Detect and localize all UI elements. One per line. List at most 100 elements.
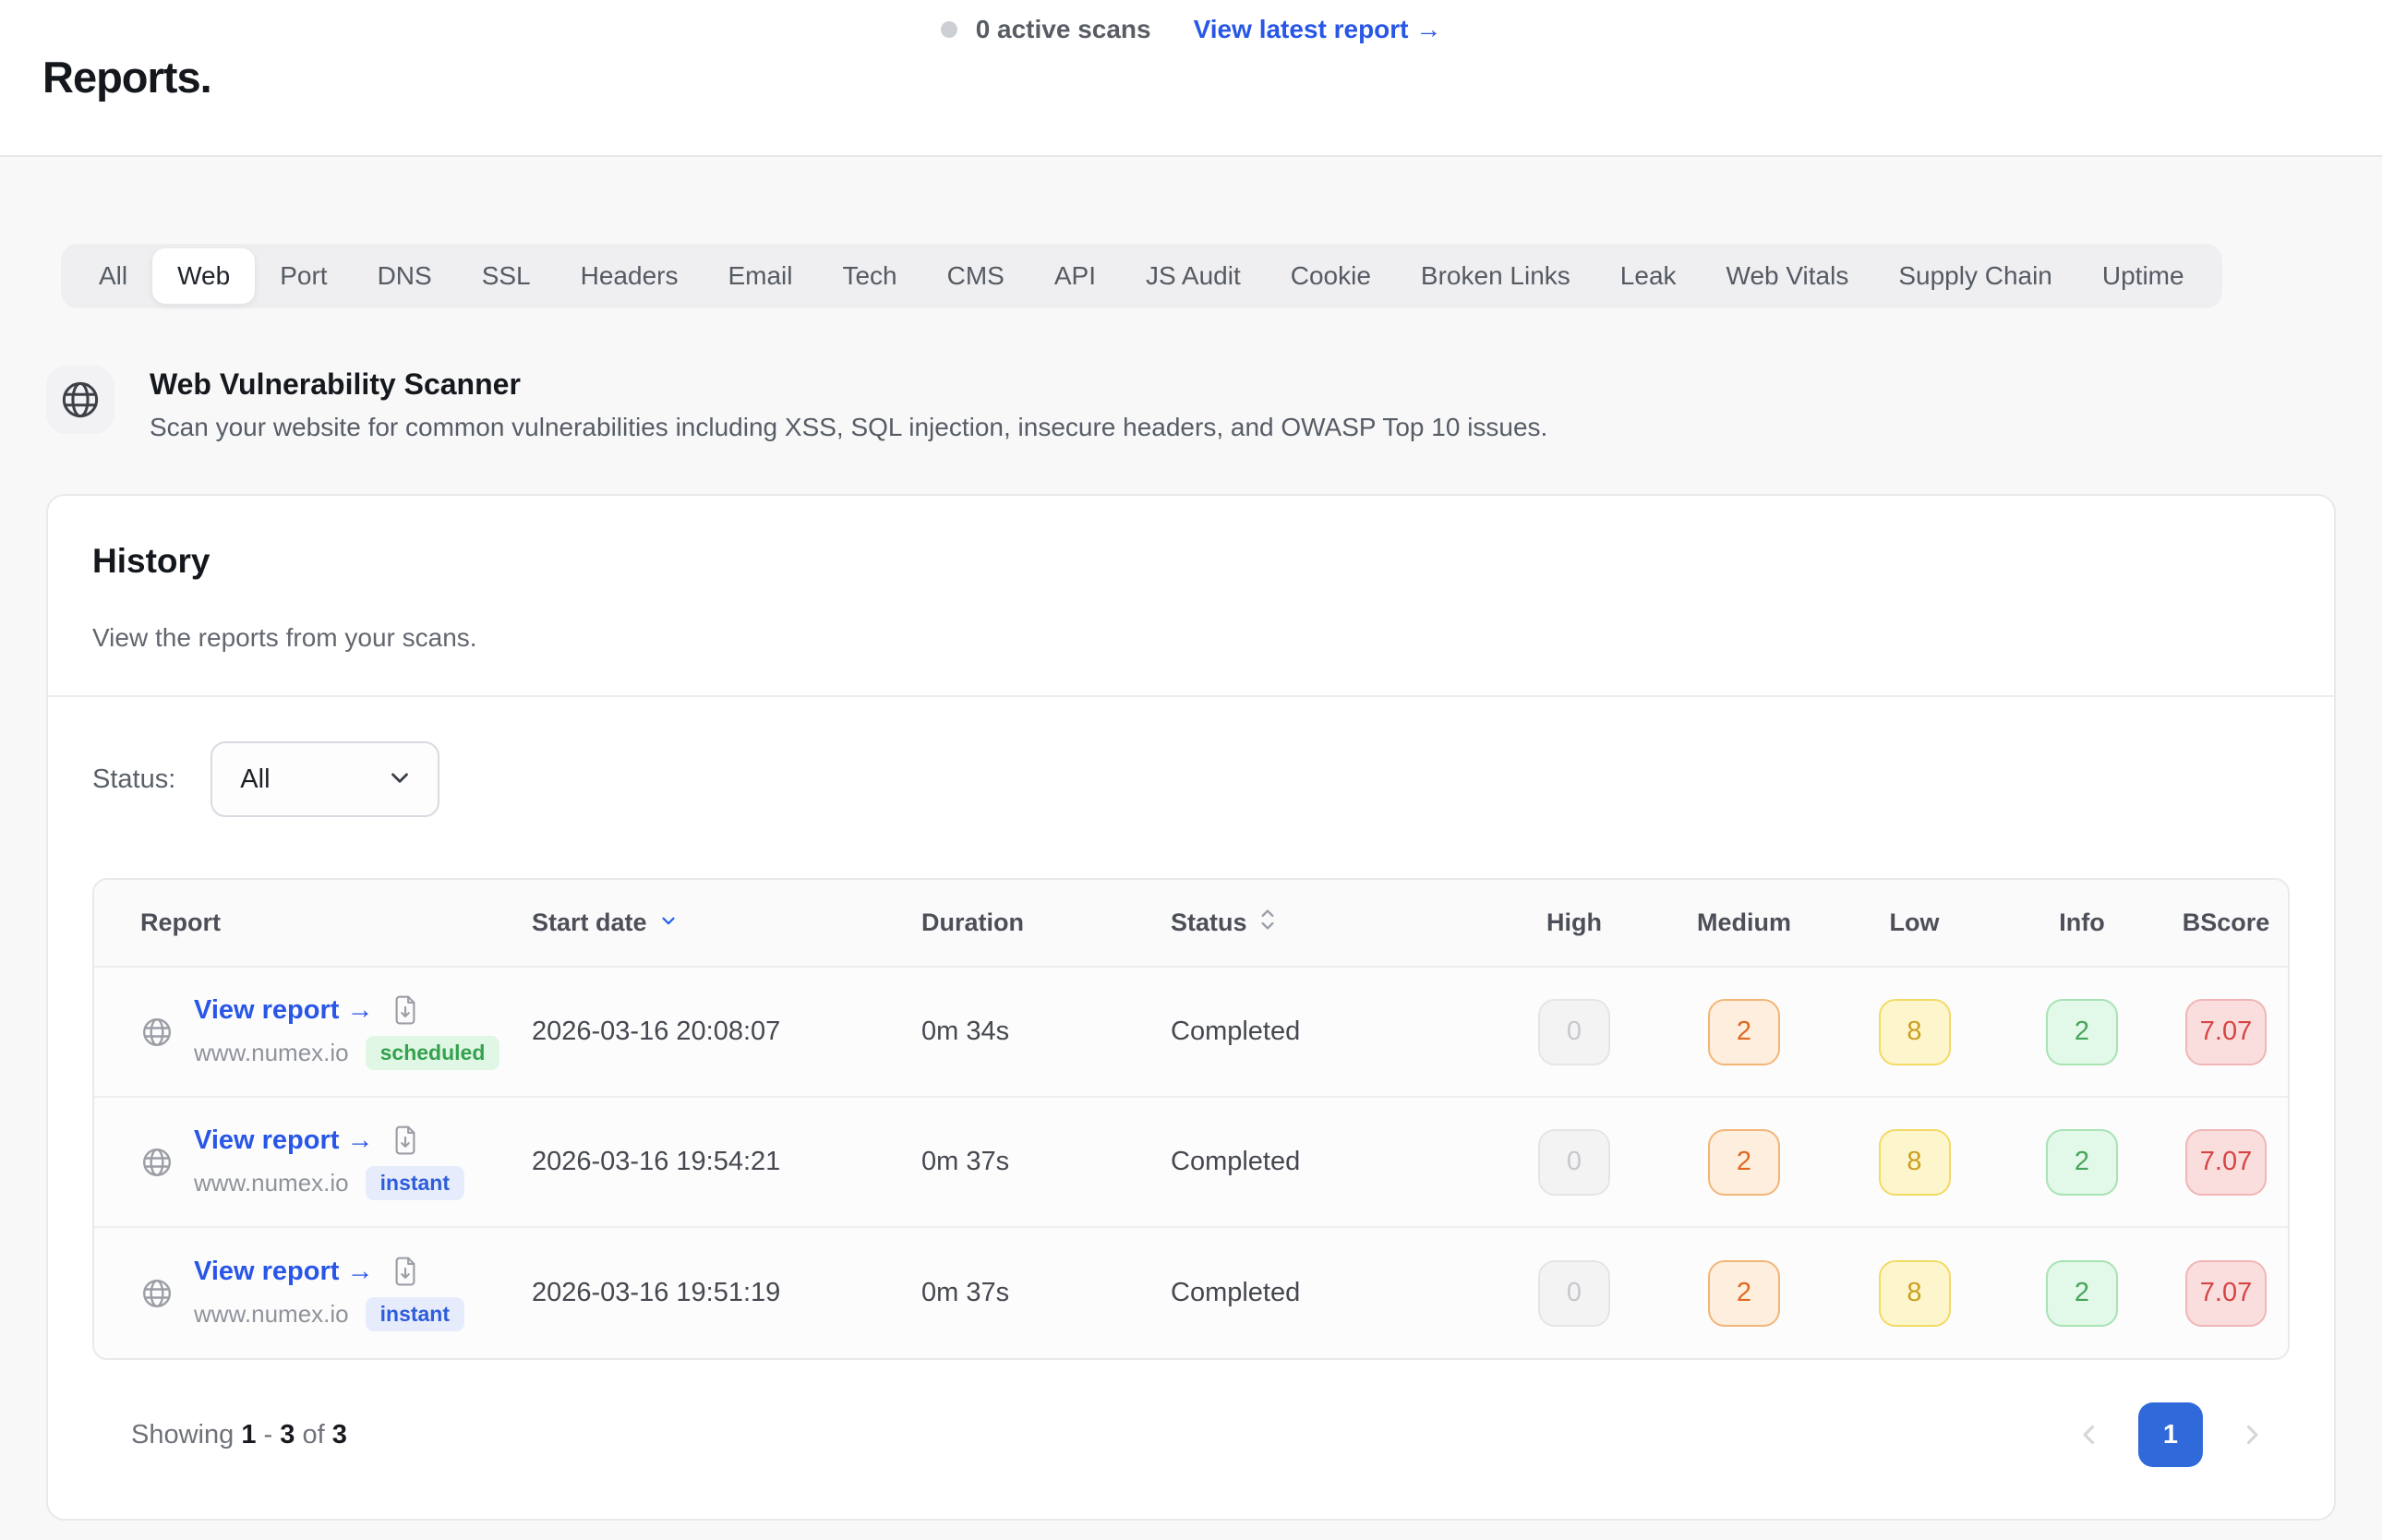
download-report-icon[interactable] — [391, 1255, 419, 1288]
view-latest-report-link[interactable]: View latest report → — [1194, 15, 1442, 44]
tab-leak[interactable]: Leak — [1595, 248, 1702, 304]
column-header-bscore: BScore — [2164, 908, 2288, 937]
start-date-cell: 2026-03-16 20:08:07 — [532, 1017, 921, 1047]
page-title: Reports. — [42, 52, 211, 102]
report-main: View report → www.numex.io scheduled — [194, 993, 499, 1070]
history-subtitle: View the reports from your scans. — [92, 623, 2290, 653]
scan-type-badge: scheduled — [366, 1036, 500, 1070]
tab-tech[interactable]: Tech — [817, 248, 921, 304]
scan-type-badge: instant — [366, 1297, 464, 1331]
scanner-description: Scan your website for common vulnerabili… — [150, 413, 1547, 442]
start-date-cell: 2026-03-16 19:51:19 — [532, 1278, 921, 1308]
tab-api[interactable]: API — [1029, 248, 1121, 304]
tab-headers[interactable]: Headers — [556, 248, 704, 304]
tab-dns[interactable]: DNS — [353, 248, 457, 304]
scan-domain: www.numex.io — [194, 1300, 349, 1329]
column-header-duration: Duration — [921, 908, 1171, 937]
chevron-down-icon — [386, 764, 414, 796]
tab-cookie[interactable]: Cookie — [1266, 248, 1396, 304]
info-count-pill: 2 — [2046, 999, 2118, 1065]
tab-bar: AllWebPortDNSSSLHeadersEmailTechCMSAPIJS… — [61, 244, 2222, 308]
tab-port[interactable]: Port — [255, 248, 352, 304]
tab-uptime[interactable]: Uptime — [2077, 248, 2209, 304]
table-row: View report → www.numex.io instant 2026-… — [94, 1228, 2288, 1358]
history-card-body: Status: All Report Start date — [48, 697, 2334, 1519]
report-main: View report → www.numex.io instant — [194, 1255, 464, 1331]
tab-broken-links[interactable]: Broken Links — [1396, 248, 1595, 304]
status-dot-icon — [941, 21, 957, 38]
table-row: View report → www.numex.io instant 2026-… — [94, 1098, 2288, 1228]
page-content: AllWebPortDNSSSLHeadersEmailTechCMSAPIJS… — [0, 157, 2382, 1521]
start-date-cell: 2026-03-16 19:54:21 — [532, 1147, 921, 1177]
low-count-pill: 8 — [1879, 999, 1951, 1065]
tab-ssl[interactable]: SSL — [457, 248, 556, 304]
status-filter-value: All — [240, 764, 270, 795]
scan-domain: www.numex.io — [194, 1039, 349, 1067]
column-header-medium: Medium — [1659, 908, 1829, 937]
scan-status-cluster: 0 active scans View latest report → — [0, 15, 2382, 44]
column-header-start-date[interactable]: Start date — [532, 908, 921, 937]
medium-count-pill: 2 — [1708, 1129, 1780, 1196]
scanner-text: Web Vulnerability Scanner Scan your webs… — [150, 366, 1547, 442]
table-body: View report → www.numex.io scheduled 202… — [94, 968, 2288, 1358]
download-report-icon[interactable] — [391, 993, 419, 1027]
duration-cell: 0m 37s — [921, 1278, 1171, 1308]
report-cell: View report → www.numex.io instant — [94, 1124, 532, 1200]
view-report-link[interactable]: View report → — [194, 1257, 373, 1287]
view-report-link[interactable]: View report → — [194, 1125, 373, 1156]
reports-table: Report Start date Duration Status — [92, 878, 2290, 1360]
medium-count-pill: 2 — [1708, 1260, 1780, 1327]
duration-cell: 0m 37s — [921, 1147, 1171, 1177]
status-cell: Completed — [1171, 1147, 1489, 1177]
tab-email[interactable]: Email — [703, 248, 817, 304]
report-cell: View report → www.numex.io scheduled — [94, 993, 532, 1070]
pagination: 1 — [2074, 1402, 2268, 1467]
tab-supply-chain[interactable]: Supply Chain — [1873, 248, 2077, 304]
medium-count-pill: 2 — [1708, 999, 1780, 1065]
tab-web[interactable]: Web — [152, 248, 255, 304]
high-count-pill: 0 — [1538, 999, 1610, 1065]
info-count-pill: 2 — [2046, 1260, 2118, 1327]
high-count-pill: 0 — [1538, 1260, 1610, 1327]
report-cell: View report → www.numex.io instant — [94, 1255, 532, 1331]
duration-cell: 0m 34s — [921, 1017, 1171, 1047]
column-header-status[interactable]: Status — [1171, 908, 1489, 938]
page-1-button[interactable]: 1 — [2138, 1402, 2203, 1467]
view-report-link[interactable]: View report → — [194, 995, 373, 1026]
column-header-info: Info — [2000, 908, 2164, 937]
tab-js-audit[interactable]: JS Audit — [1121, 248, 1266, 304]
globe-icon — [140, 1016, 174, 1049]
status-filter-select[interactable]: All — [211, 741, 439, 817]
table-row: View report → www.numex.io scheduled 202… — [94, 968, 2288, 1098]
bscore-pill: 7.07 — [2185, 999, 2267, 1065]
scan-domain: www.numex.io — [194, 1169, 349, 1197]
active-scans-indicator: 0 active scans — [941, 15, 1151, 44]
bscore-pill: 7.07 — [2185, 1260, 2267, 1327]
previous-page-button[interactable] — [2074, 1419, 2105, 1450]
scanner-intro: Web Vulnerability Scanner Scan your webs… — [46, 366, 2336, 442]
bscore-pill: 7.07 — [2185, 1129, 2267, 1196]
low-count-pill: 8 — [1879, 1260, 1951, 1327]
top-header: 0 active scans View latest report → Repo… — [0, 0, 2382, 157]
tab-cms[interactable]: CMS — [922, 248, 1029, 304]
table-header-row: Report Start date Duration Status — [94, 880, 2288, 968]
history-card-header: History View the reports from your scans… — [48, 496, 2334, 697]
tab-all[interactable]: All — [74, 248, 152, 304]
showing-summary: Showing 1 - 3 of 3 — [131, 1420, 347, 1450]
download-report-icon[interactable] — [391, 1124, 419, 1157]
info-count-pill: 2 — [2046, 1129, 2118, 1196]
status-cell: Completed — [1171, 1017, 1489, 1047]
report-main: View report → www.numex.io instant — [194, 1124, 464, 1200]
scanner-title: Web Vulnerability Scanner — [150, 367, 1547, 402]
sort-both-icon — [1258, 908, 1277, 938]
status-filter: Status: All — [92, 741, 2290, 817]
column-header-high: High — [1489, 908, 1659, 937]
table-footer: Showing 1 - 3 of 3 1 — [92, 1402, 2290, 1467]
low-count-pill: 8 — [1879, 1129, 1951, 1196]
scan-type-badge: instant — [366, 1166, 464, 1200]
next-page-button[interactable] — [2236, 1419, 2268, 1450]
globe-icon — [140, 1277, 174, 1310]
status-filter-label: Status: — [92, 764, 175, 795]
active-scans-label: 0 active scans — [976, 15, 1151, 44]
tab-web-vitals[interactable]: Web Vitals — [1702, 248, 1874, 304]
